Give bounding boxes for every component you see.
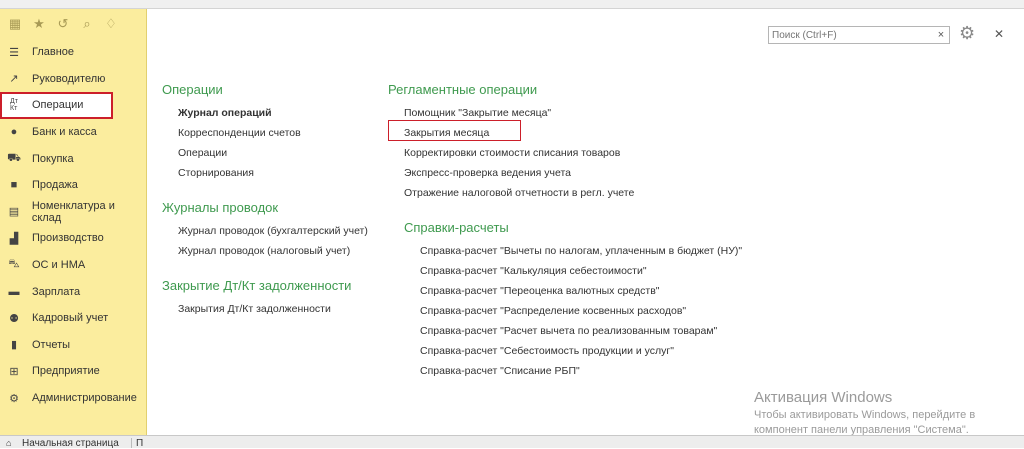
sidebar-item-reports[interactable]: ▮ Отчеты (0, 332, 146, 359)
link-operations[interactable]: Операции (178, 147, 227, 159)
sidebar-menu: ☰ Главное ↗ Руководителю Дт Кт Операции ●… (0, 39, 146, 411)
history-icon[interactable]: ↺ (52, 13, 74, 35)
link-journal-tax[interactable]: Журнал проводок (налоговый учет) (178, 245, 350, 257)
sidebar-item-salary[interactable]: ▬ Зарплата (0, 278, 146, 305)
sidebar-item-fixed-assets[interactable]: ⛍ ОС и НМА (0, 252, 146, 279)
star-icon[interactable]: ★ (28, 13, 50, 35)
apps-grid-icon[interactable]: ▦ (4, 13, 26, 35)
sidebar-item-label: ОС и НМА (32, 259, 86, 272)
link-calc-deductions[interactable]: Справка-расчет "Вычеты по налогам, уплач… (420, 245, 742, 257)
windows-activation-watermark: Активация Windows Чтобы активировать Win… (754, 389, 975, 438)
link-express-check[interactable]: Экспресс-проверка ведения учета (404, 167, 571, 179)
bell-icon[interactable]: ♢ (100, 13, 122, 35)
sidebar-item-label: Номенклатура и склад (31, 199, 115, 224)
sidebar-item-label: Производство (32, 232, 104, 245)
sections-sidebar: ▦ ★ ↺ ⌕ ♢ ☰ Главное ↗ Руководителю Дт Кт … (0, 9, 147, 435)
sidebar-item-production[interactable]: ▟ Производство (0, 225, 146, 252)
sidebar-item-admin[interactable]: ⚙ Администрирование (0, 385, 146, 412)
search-input[interactable] (769, 28, 934, 42)
link-tax-reporting[interactable]: Отражение налоговой отчетности в регл. у… (404, 187, 634, 199)
open-windows-bar: ⌂ Начальная страница П (0, 435, 1024, 449)
sidebar-item-sales[interactable]: ■ Продажа (0, 172, 146, 199)
link-month-closings[interactable]: Закрытия месяца (404, 127, 489, 139)
link-account-correspondence[interactable]: Корреспонденции счетов (178, 127, 301, 139)
section-panel: × ⚙ ✕ Операции Журнал операций Корреспон… (147, 9, 1024, 438)
sidebar-item-label: Отчеты (32, 338, 71, 351)
close-icon[interactable]: ✕ (994, 27, 1004, 41)
wallet-icon: ▬ (8, 285, 20, 298)
menu-lines-icon: ☰ (9, 46, 19, 59)
sidebar-item-label: Операции (32, 99, 84, 112)
sidebar-item-purchase[interactable]: ⛟ Покупка (0, 145, 146, 172)
section-title-closing-debts: Закрытие Дт/Кт задолженности (162, 278, 352, 293)
sidebar-item-label: Зарплата (32, 285, 81, 298)
cart-icon: ⛟ (7, 151, 21, 164)
sidebar-item-manager[interactable]: ↗ Руководителю (0, 66, 146, 93)
sidebar-item-label: Руководителю (32, 72, 106, 85)
trend-icon: ↗ (9, 73, 19, 86)
sidebar-item-label: Главное (32, 46, 75, 59)
factory-icon: ▟ (9, 232, 19, 245)
section-title-regulated: Регламентные операции (388, 82, 538, 97)
bar-chart-icon: ▮ (10, 339, 18, 352)
warehouse-icon: ▤ (8, 206, 20, 219)
branch-icon: ⊞ (9, 365, 19, 378)
link-cost-adjustments[interactable]: Корректировки стоимости списания товаров (404, 147, 620, 159)
sidebar-item-enterprise[interactable]: ⊞ Предприятие (0, 358, 146, 385)
link-calc-deferred-expenses[interactable]: Справка-расчет "Списание РБП" (420, 365, 580, 377)
settings-gear-icon[interactable]: ⚙ (959, 23, 975, 44)
people-icon: ⚉ (9, 312, 19, 325)
link-operations-journal[interactable]: Журнал операций (178, 107, 272, 119)
sidebar-toolbar: ▦ ★ ↺ ⌕ ♢ (0, 9, 146, 39)
section-title-journals: Журналы проводок (162, 200, 279, 215)
gear-icon: ⚙ (9, 392, 19, 405)
sidebar-item-warehouse[interactable]: ▤ Номенклатура и склад (0, 199, 146, 226)
link-month-close-wizard[interactable]: Помощник "Закрытие месяца" (404, 107, 551, 119)
section-title-operations: Операции (162, 82, 223, 97)
bag-icon: ■ (10, 179, 18, 192)
search-box: × (768, 26, 950, 44)
dt-kt-icon: Дт Кт (10, 98, 18, 113)
link-calc-goods-deduction[interactable]: Справка-расчет "Расчет вычета по реализо… (420, 325, 717, 337)
sidebar-item-label: Покупка (32, 152, 74, 165)
watermark-line1: Чтобы активировать Windows, перейдите в (754, 409, 976, 421)
sidebar-item-label: Кадровый учет (32, 312, 109, 325)
link-calc-indirect[interactable]: Справка-расчет "Распределение косвенных … (420, 305, 686, 317)
sidebar-item-main[interactable]: ☰ Главное (0, 39, 146, 66)
sidebar-item-label: Администрирование (32, 392, 137, 405)
link-reversals[interactable]: Сторнирования (178, 167, 254, 179)
link-calc-revaluation[interactable]: Справка-расчет "Переоценка валютных сред… (420, 285, 660, 297)
truck-icon: ⛍ (8, 258, 20, 271)
link-journal-accounting[interactable]: Журнал проводок (бухгалтерский учет) (178, 225, 368, 237)
sidebar-item-label: Предприятие (32, 365, 100, 378)
window-top-border (0, 0, 1024, 9)
coin-icon: ● (10, 126, 18, 139)
link-closing-debts[interactable]: Закрытия Дт/Кт задолженности (178, 303, 331, 315)
sidebar-item-label: Банк и касса (32, 126, 97, 139)
search-icon[interactable]: ⌕ (76, 13, 98, 35)
sidebar-item-operations[interactable]: Дт Кт Операции (0, 92, 113, 119)
watermark-title: Активация Windows (754, 389, 893, 406)
sidebar-item-hr[interactable]: ⚉ Кадровый учет (0, 305, 146, 332)
sidebar-item-label: Продажа (32, 179, 78, 192)
link-calc-costing[interactable]: Справка-расчет "Калькуляция себестоимост… (420, 265, 647, 277)
sidebar-item-bank[interactable]: ● Банк и касса (0, 119, 146, 146)
clear-search-icon[interactable]: × (934, 29, 948, 41)
section-title-calculations: Справки-расчеты (404, 220, 509, 235)
link-calc-production-cost[interactable]: Справка-расчет "Себестоимость продукции … (420, 345, 674, 357)
